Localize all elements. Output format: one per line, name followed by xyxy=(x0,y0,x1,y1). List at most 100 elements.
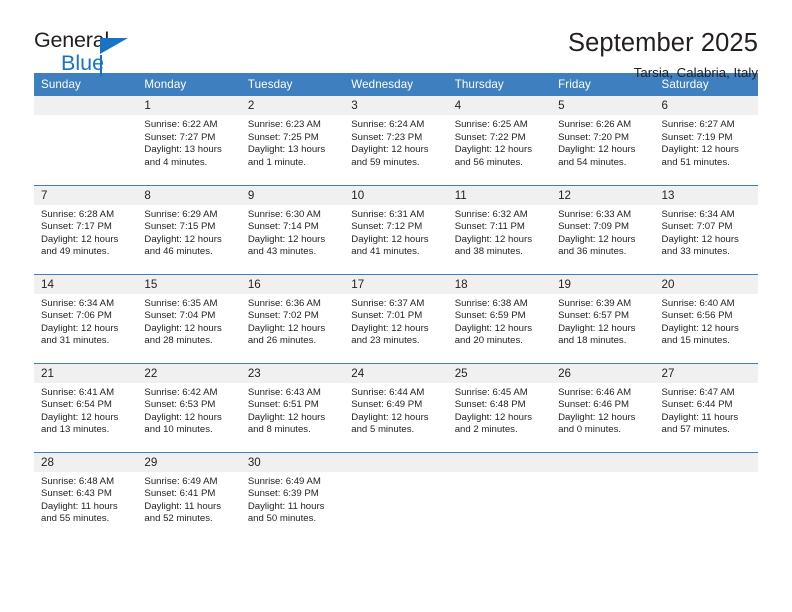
calendar-day-cell[interactable]: 14 Sunrise: 6:34 AM Sunset: 7:06 PM Dayligh… xyxy=(34,273,138,363)
calendar-day-cell[interactable]: 24 Sunrise: 6:44 AM Sunset: 6:49 PM Dayligh… xyxy=(344,362,448,452)
calendar-day-cell[interactable]: 3 Sunrise: 6:24 AM Sunset: 7:23 PM Daylight… xyxy=(344,96,448,185)
daylight-text: Daylight: 11 hours and 57 minutes. xyxy=(661,411,739,436)
calendar-day-cell[interactable]: 13 Sunrise: 6:34 AM Sunset: 7:07 PM Dayligh… xyxy=(654,184,758,274)
calendar-day-cell[interactable]: 15 Sunrise: 6:35 AM Sunset: 7:04 PM Dayligh… xyxy=(137,273,241,363)
sunset-text: Sunset: 7:27 PM xyxy=(144,131,216,143)
day-number: 27 xyxy=(654,363,758,383)
day-number: 3 xyxy=(344,96,448,115)
day-details: Sunrise: 6:34 AM Sunset: 7:06 PM Daylight:… xyxy=(34,294,137,348)
sunrise-text: Sunrise: 6:23 AM xyxy=(247,119,321,130)
calendar-day-cell[interactable]: 16 Sunrise: 6:36 AM Sunset: 7:02 PM Dayligh… xyxy=(240,273,345,363)
calendar-day-cell[interactable]: 21 Sunrise: 6:41 AM Sunset: 6:54 PM Dayligh… xyxy=(34,362,138,452)
calendar-day-cell[interactable]: 25 Sunrise: 6:45 AM Sunset: 6:48 PM Dayligh… xyxy=(447,362,552,452)
calendar-day-cell[interactable]: 11 Sunrise: 6:32 AM Sunset: 7:11 PM Dayligh… xyxy=(447,184,552,274)
calendar-day-cell[interactable]: 6 Sunrise: 6:27 AM Sunset: 7:19 PM Daylight… xyxy=(654,96,758,185)
daylight-text: Daylight: 12 hours and 15 minutes. xyxy=(661,322,739,347)
sunset-text: Sunset: 6:44 PM xyxy=(661,399,733,411)
day-number: 8 xyxy=(137,185,241,205)
sunset-text: Sunset: 7:22 PM xyxy=(454,131,526,143)
calendar-day-cell-empty xyxy=(654,451,758,541)
day-number: 15 xyxy=(137,274,241,294)
sunrise-text: Sunrise: 6:36 AM xyxy=(247,297,321,309)
day-number: 21 xyxy=(34,363,138,383)
calendar-day-cell[interactable]: 5 Sunrise: 6:26 AM Sunset: 7:20 PM Daylight… xyxy=(551,96,655,185)
day-number: 4 xyxy=(447,96,552,115)
daylight-text: Daylight: 11 hours and 50 minutes. xyxy=(247,500,325,525)
sunrise-text: Sunrise: 6:46 AM xyxy=(558,386,632,398)
daylight-text: Daylight: 11 hours and 55 minutes. xyxy=(41,500,118,525)
calendar-day-cell[interactable]: 17 Sunrise: 6:37 AM Sunset: 7:01 PM Dayligh… xyxy=(344,273,448,363)
calendar-day-cell[interactable]: 30 Sunrise: 6:49 AM Sunset: 6:39 PM Dayligh… xyxy=(240,451,345,541)
calendar-day-cell[interactable]: 22 Sunrise: 6:42 AM Sunset: 6:53 PM Dayligh… xyxy=(137,362,241,452)
sunrise-text: Sunrise: 6:27 AM xyxy=(661,119,735,130)
weekday-header-thursday: Thursday xyxy=(447,73,552,96)
day-details: Sunrise: 6:45 AM Sunset: 6:48 PM Daylight:… xyxy=(448,383,551,437)
daylight-text: Daylight: 11 hours and 52 minutes. xyxy=(144,500,222,525)
day-details: Sunrise: 6:37 AM Sunset: 7:01 PM Daylight:… xyxy=(344,294,447,348)
sunset-text: Sunset: 7:07 PM xyxy=(661,221,733,233)
sunset-text: Sunset: 7:04 PM xyxy=(144,310,216,322)
calendar-day-cell[interactable]: 27 Sunrise: 6:47 AM Sunset: 6:44 PM Dayligh… xyxy=(654,362,758,452)
day-details: Sunrise: 6:48 AM Sunset: 6:43 PM Daylight:… xyxy=(34,472,137,526)
calendar-day-cell[interactable]: 8 Sunrise: 6:29 AM Sunset: 7:15 PM Daylight… xyxy=(137,184,241,274)
sunrise-text: Sunrise: 6:37 AM xyxy=(351,297,425,309)
day-details: Sunrise: 6:42 AM Sunset: 6:53 PM Daylight:… xyxy=(137,383,240,437)
sunrise-text: Sunrise: 6:34 AM xyxy=(661,208,735,220)
calendar-day-cell[interactable]: 10 Sunrise: 6:31 AM Sunset: 7:12 PM Dayligh… xyxy=(344,184,448,274)
day-number: 5 xyxy=(551,96,655,115)
daylight-text: Daylight: 12 hours and 2 minutes. xyxy=(454,411,533,436)
day-details: Sunrise: 6:49 AM Sunset: 6:39 PM Daylight:… xyxy=(241,472,344,526)
sunset-text: Sunset: 6:53 PM xyxy=(144,399,216,411)
daylight-text: Daylight: 12 hours and 10 minutes. xyxy=(144,411,222,436)
daylight-text: Daylight: 12 hours and 18 minutes. xyxy=(558,322,636,347)
sunset-text: Sunset: 6:43 PM xyxy=(41,488,112,500)
sunrise-text: Sunrise: 6:22 AM xyxy=(144,119,218,130)
calendar-day-cell[interactable]: 2 Sunrise: 6:23 AM Sunset: 7:25 PM Daylight… xyxy=(240,96,345,185)
sunset-text: Sunset: 6:41 PM xyxy=(144,488,216,500)
calendar-day-cell[interactable]: 26 Sunrise: 6:46 AM Sunset: 6:46 PM Dayligh… xyxy=(551,362,655,452)
calendar-day-cell[interactable]: 23 Sunrise: 6:43 AM Sunset: 6:51 PM Dayligh… xyxy=(240,362,345,452)
sunrise-text: Sunrise: 6:39 AM xyxy=(558,297,632,309)
calendar-day-cell[interactable]: 19 Sunrise: 6:39 AM Sunset: 6:57 PM Dayligh… xyxy=(551,273,655,363)
calendar-day-cell-empty xyxy=(551,451,655,541)
daylight-text: Daylight: 12 hours and 28 minutes. xyxy=(144,322,222,347)
sunset-text: Sunset: 7:01 PM xyxy=(351,310,423,322)
day-details: Sunrise: 6:26 AM Sunset: 7:20 PM Daylight:… xyxy=(551,115,654,169)
page-title: September 2025 xyxy=(568,29,758,57)
brand-name-blue: Blue xyxy=(61,50,105,75)
calendar-day-cell[interactable]: 9 Sunrise: 6:30 AM Sunset: 7:14 PM Daylight… xyxy=(240,184,345,274)
calendar-day-cell[interactable]: 12 Sunrise: 6:33 AM Sunset: 7:09 PM Dayligh… xyxy=(551,184,655,274)
daylight-text: Daylight: 13 hours and 1 minute. xyxy=(247,144,326,168)
day-number: 18 xyxy=(447,274,552,294)
day-details: Sunrise: 6:43 AM Sunset: 6:51 PM Daylight:… xyxy=(241,383,344,437)
weekday-header-wednesday: Wednesday xyxy=(344,73,448,96)
sunrise-text: Sunrise: 6:31 AM xyxy=(351,208,425,220)
calendar-day-cell[interactable]: 4 Sunrise: 6:25 AM Sunset: 7:22 PM Daylight… xyxy=(447,96,552,185)
calendar-day-cell[interactable]: 29 Sunrise: 6:49 AM Sunset: 6:41 PM Dayligh… xyxy=(137,451,241,541)
brand-logo[interactable]: General Blue xyxy=(34,29,146,78)
calendar-day-cell[interactable]: 28 Sunrise: 6:48 AM Sunset: 6:43 PM Dayligh… xyxy=(34,451,138,541)
sunrise-text: Sunrise: 6:49 AM xyxy=(144,475,218,487)
day-number: 25 xyxy=(447,363,552,383)
sunrise-text: Sunrise: 6:45 AM xyxy=(454,386,528,398)
calendar-day-cell[interactable]: 20 Sunrise: 6:40 AM Sunset: 6:56 PM Dayligh… xyxy=(654,273,758,363)
day-number: 22 xyxy=(137,363,241,383)
day-details: Sunrise: 6:49 AM Sunset: 6:41 PM Daylight:… xyxy=(137,472,240,526)
daylight-text: Daylight: 12 hours and 56 minutes. xyxy=(454,144,533,168)
day-number: 26 xyxy=(551,363,655,383)
daylight-text: Daylight: 12 hours and 0 minutes. xyxy=(558,411,636,436)
sunrise-text: Sunrise: 6:40 AM xyxy=(661,297,735,309)
calendar-day-cell[interactable]: 18 Sunrise: 6:38 AM Sunset: 6:59 PM Dayligh… xyxy=(447,273,552,363)
calendar-day-cell[interactable]: 7 Sunrise: 6:28 AM Sunset: 7:17 PM Daylight… xyxy=(34,184,138,274)
calendar-day-cell[interactable]: 1 Sunrise: 6:22 AM Sunset: 7:27 PM Daylight… xyxy=(137,96,241,185)
daylight-text: Daylight: 12 hours and 41 minutes. xyxy=(351,233,429,258)
sunrise-text: Sunrise: 6:24 AM xyxy=(351,119,425,130)
title-block: September 2025 Tarsia, Calabria, Italy xyxy=(568,29,758,79)
sunset-text: Sunset: 6:46 PM xyxy=(558,399,630,411)
calendar-week-row: 7 Sunrise: 6:28 AM Sunset: 7:17 PM Daylight… xyxy=(34,184,758,274)
daylight-text: Daylight: 12 hours and 33 minutes. xyxy=(661,233,739,258)
page-header: General Blue September 2025 Tarsia, Cala… xyxy=(34,0,758,79)
day-details: Sunrise: 6:44 AM Sunset: 6:49 PM Daylight:… xyxy=(344,383,447,437)
day-details: Sunrise: 6:47 AM Sunset: 6:44 PM Daylight:… xyxy=(655,383,758,437)
calendar-day-cell-empty xyxy=(34,96,138,185)
